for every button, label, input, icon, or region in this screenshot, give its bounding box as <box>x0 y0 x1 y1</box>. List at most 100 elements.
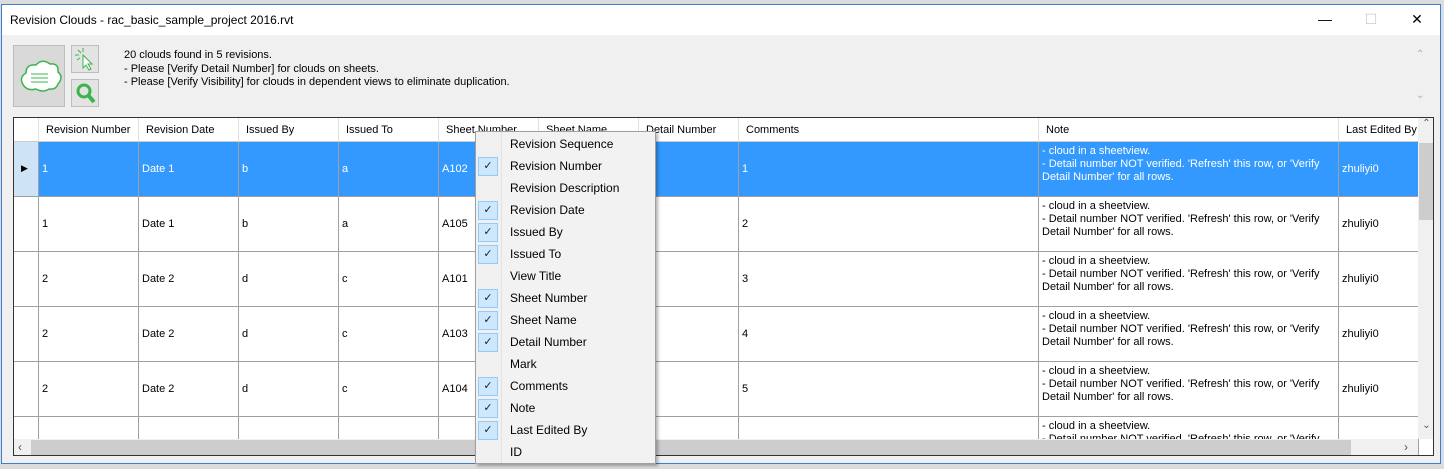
revision-cloud-icon <box>20 60 62 92</box>
cell-to[interactable]: a <box>339 197 439 252</box>
checkmark-icon: ✓ <box>478 245 498 264</box>
message-line: 20 clouds found in 5 revisions. <box>124 49 272 61</box>
menu-item[interactable]: ✓ Sheet Name <box>476 309 655 331</box>
maximize-button[interactable]: ☐ <box>1348 5 1394 35</box>
column-header[interactable]: Issued To <box>339 118 439 142</box>
column-header[interactable]: Revision Date <box>139 118 239 142</box>
cell-note[interactable]: - cloud in a sheetview. - Detail number … <box>1039 197 1339 252</box>
cell-date[interactable]: Date 2 <box>139 307 239 362</box>
cell-to[interactable]: c <box>339 307 439 362</box>
checkmark-icon: ✓ <box>478 399 498 418</box>
row-header[interactable] <box>14 362 39 417</box>
select-button[interactable] <box>71 45 99 73</box>
message-scrollbar[interactable]: ⌃ ⌄ <box>1416 49 1424 101</box>
row-header[interactable] <box>14 307 39 362</box>
menu-item[interactable]: Revision Sequence <box>476 133 655 155</box>
menu-item[interactable]: ✓ Comments <box>476 375 655 397</box>
checkmark-icon: ✓ <box>478 421 498 440</box>
cell-by[interactable]: b <box>239 142 339 197</box>
cell-comments[interactable]: 2 <box>739 197 1039 252</box>
menu-item[interactable]: ✓ Sheet Number <box>476 287 655 309</box>
row-header[interactable] <box>14 197 39 252</box>
cell-edited[interactable]: zhuliyi0 <box>1339 252 1419 307</box>
revision-cloud-button[interactable] <box>13 45 65 107</box>
menu-item-label: Revision Date <box>510 203 585 217</box>
cell-comments[interactable]: 1 <box>739 142 1039 197</box>
cell-edited[interactable]: zhuliyi0 <box>1339 142 1419 197</box>
menu-item-label: Revision Number <box>510 159 603 173</box>
menu-item-label: View Title <box>510 269 562 283</box>
status-message: 20 clouds found in 5 revisions. - Please… <box>124 49 510 90</box>
cell-rev[interactable]: 1 <box>39 197 139 252</box>
menu-item[interactable]: Revision Description <box>476 177 655 199</box>
cell-rev[interactable]: 1 <box>39 142 139 197</box>
cell-comments[interactable]: 4 <box>739 307 1039 362</box>
cell-note[interactable]: - cloud in a sheetview. - Detail number … <box>1039 307 1339 362</box>
cursor-select-icon <box>75 48 94 71</box>
minimize-button[interactable]: — <box>1302 5 1348 35</box>
menu-item-label: Last Edited By <box>510 423 588 437</box>
menu-item[interactable]: ✓ Issued To <box>476 243 655 265</box>
column-header[interactable]: Comments <box>739 118 1039 142</box>
menu-item-label: Detail Number <box>510 335 587 349</box>
table-row[interactable]: 2 Date 2 d c A104 5- cloud in a sheetview. - … <box>14 362 1419 417</box>
cell-by[interactable]: d <box>239 307 339 362</box>
scroll-up-icon[interactable]: ⌃ <box>1418 118 1433 129</box>
vertical-scroll-thumb[interactable] <box>1419 143 1433 220</box>
cell-rev[interactable]: 2 <box>39 307 139 362</box>
scroll-left-icon[interactable]: ‹ <box>18 440 22 454</box>
cell-to[interactable]: c <box>339 362 439 417</box>
vertical-scrollbar[interactable]: ⌃ ⌄ <box>1418 118 1433 439</box>
cell-rev[interactable]: 2 <box>39 362 139 417</box>
cell-to[interactable]: c <box>339 252 439 307</box>
checkmark-icon: ✓ <box>478 223 498 242</box>
cell-note[interactable]: - cloud in a sheetview. - Detail number … <box>1039 252 1339 307</box>
cell-date[interactable]: Date 2 <box>139 362 239 417</box>
menu-item[interactable]: View Title <box>476 265 655 287</box>
column-header[interactable]: Issued By <box>239 118 339 142</box>
column-header[interactable]: Revision Number <box>39 118 139 142</box>
column-header[interactable]: Last Edited By <box>1339 118 1419 142</box>
table-row[interactable]: ▶ 1 Date 1 b a A102 1- cloud in a sheetview. -… <box>14 142 1419 197</box>
cell-date[interactable]: Date 1 <box>139 142 239 197</box>
window-title: Revision Clouds - rac_basic_sample_proje… <box>10 13 294 27</box>
menu-item[interactable]: ✓ Detail Number <box>476 331 655 353</box>
close-button[interactable]: ✕ <box>1394 5 1440 35</box>
cell-note[interactable]: - cloud in a sheetview. - Detail number … <box>1039 362 1339 417</box>
menu-item[interactable]: ✓ Last Edited By <box>476 419 655 441</box>
cell-to[interactable]: a <box>339 142 439 197</box>
cell-rev[interactable]: 2 <box>39 252 139 307</box>
scroll-down-icon[interactable]: ⌄ <box>1418 420 1433 431</box>
zoom-button[interactable] <box>71 79 99 107</box>
table-row[interactable]: 1 Date 1 b a A105 2- cloud in a sheetview. - … <box>14 197 1419 252</box>
cell-edited[interactable]: zhuliyi0 <box>1339 307 1419 362</box>
row-header[interactable]: ▶ <box>14 142 39 197</box>
menu-item[interactable]: ✓ Revision Date <box>476 199 655 221</box>
menu-item[interactable]: Mark <box>476 353 655 375</box>
cell-date[interactable]: Date 1 <box>139 197 239 252</box>
scroll-right-icon[interactable]: › <box>1404 440 1408 454</box>
cell-comments[interactable]: 5 <box>739 362 1039 417</box>
cell-by[interactable]: d <box>239 362 339 417</box>
column-header[interactable]: Note <box>1039 118 1339 142</box>
menu-item[interactable]: ✓ Revision Number <box>476 155 655 177</box>
cell-by[interactable]: b <box>239 197 339 252</box>
cell-edited[interactable]: zhuliyi0 <box>1339 362 1419 417</box>
cell-date[interactable]: Date 2 <box>139 252 239 307</box>
menu-item[interactable]: ✓ Issued By <box>476 221 655 243</box>
menu-item-label: Sheet Name <box>510 313 577 327</box>
table-row[interactable]: 2 Date 2 d c A103 4- cloud in a sheetview. - … <box>14 307 1419 362</box>
menu-item[interactable]: ID <box>476 441 655 463</box>
cell-comments[interactable]: 3 <box>739 252 1039 307</box>
title-bar: Revision Clouds - rac_basic_sample_proje… <box>2 5 1440 35</box>
cell-by[interactable]: d <box>239 252 339 307</box>
horizontal-scroll-thumb[interactable] <box>31 440 1351 455</box>
menu-item-label: Sheet Number <box>510 291 588 305</box>
cell-note[interactable]: - cloud in a sheetview. - Detail number … <box>1039 142 1339 197</box>
menu-item[interactable]: ✓ Note <box>476 397 655 419</box>
table-row[interactable]: 2 Date 2 d c A101 3- cloud in a sheetview. - … <box>14 252 1419 307</box>
row-header[interactable] <box>14 252 39 307</box>
cell-edited[interactable]: zhuliyi0 <box>1339 197 1419 252</box>
checkmark-icon: ✓ <box>478 377 498 396</box>
horizontal-scrollbar[interactable]: ‹ › <box>14 439 1418 455</box>
